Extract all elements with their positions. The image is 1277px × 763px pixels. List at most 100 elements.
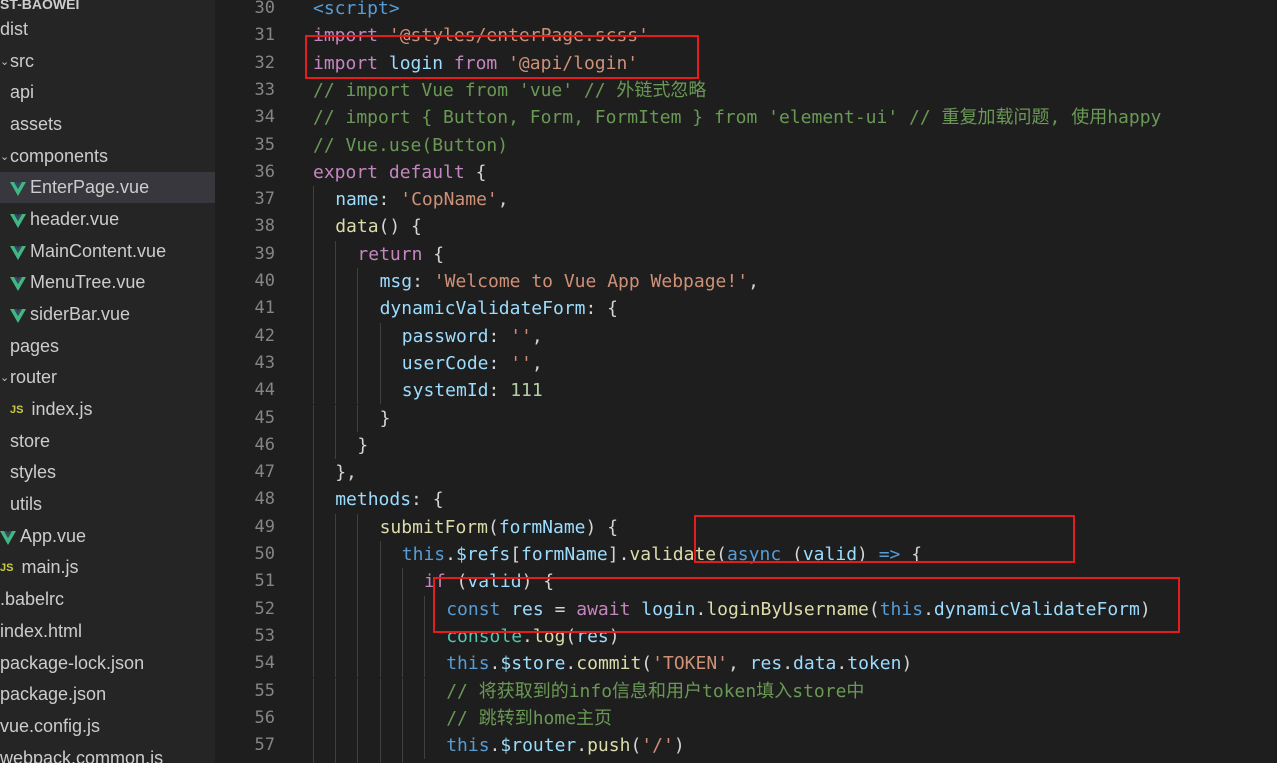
code-token: $router <box>500 735 577 757</box>
indent-guide <box>313 240 314 268</box>
explorer-item[interactable]: ⌄ router <box>0 362 215 393</box>
code-token: this <box>446 653 490 675</box>
explorer-item[interactable]: dist <box>0 14 215 45</box>
chevron-down-icon: ⌄ <box>0 56 10 68</box>
indent-guide <box>424 650 425 678</box>
line-number: 58 <box>215 759 275 763</box>
code-token: // 跳转到home主页 <box>446 707 613 729</box>
explorer-item[interactable]: styles <box>0 457 215 488</box>
code-line[interactable]: } else { <box>424 759 511 763</box>
code-token: : <box>488 325 511 347</box>
indent-guide <box>357 322 359 350</box>
code-line[interactable]: password: '', <box>402 323 543 350</box>
explorer-item[interactable]: App.vue <box>0 521 215 552</box>
code-line[interactable]: }, <box>335 459 357 486</box>
explorer-item-label: siderBar.vue <box>30 304 131 324</box>
explorer-item[interactable]: ⌄ src <box>0 46 215 77</box>
code-line[interactable]: // 将获取到的info信息和用户token填入store中 <box>446 678 864 705</box>
explorer-item[interactable]: pages <box>0 331 215 362</box>
code-line[interactable]: name: 'CopName', <box>335 186 508 213</box>
explorer-item[interactable]: index.html <box>0 616 215 647</box>
indent-guide <box>313 431 314 460</box>
code-token: . <box>782 653 794 675</box>
code-token: ) <box>901 653 913 675</box>
explorer-item[interactable]: siderBar.vue <box>0 299 215 330</box>
explorer-item[interactable]: JS main.js <box>0 552 215 583</box>
code-line[interactable]: } <box>357 432 368 459</box>
indent-guide <box>357 595 359 623</box>
code-token: commit <box>576 653 642 675</box>
vue-file-icon <box>10 212 26 228</box>
indent-guide <box>357 513 359 541</box>
code-token: : { <box>585 298 619 320</box>
indent-guide <box>313 732 314 760</box>
explorer-item[interactable]: api <box>0 77 215 108</box>
explorer-item[interactable]: JS index.js <box>0 394 215 425</box>
explorer-item[interactable]: package.json <box>0 679 215 710</box>
code-line[interactable]: this.$store.commit('TOKEN', res.data.tok… <box>446 650 912 677</box>
explorer-item[interactable]: vue.config.js <box>0 711 215 742</box>
explorer-item[interactable]: ⌄ components <box>0 141 215 172</box>
code-token: $refs <box>456 544 511 565</box>
code-token: msg <box>379 271 413 292</box>
code-line[interactable]: userCode: '', <box>402 350 543 377</box>
code-area[interactable]: <script> import '@styles/enterPage.scss' i… <box>313 0 1277 763</box>
code-token: , <box>531 325 543 347</box>
line-number: 54 <box>254 653 275 674</box>
code-line[interactable]: // import Vue from 'vue' // 外链式忽略 <box>313 77 706 104</box>
code-editor[interactable]: 30 31 32 33 34 35 36 37 38 39 40 41 42 43 44 45 46 47 48 49… <box>215 0 1277 763</box>
line-number-gutter: 30 31 32 33 34 35 36 37 38 39 40 41 42 43 44 45 46 47 48 49… <box>215 0 277 763</box>
js-file-icon: JS <box>10 403 24 416</box>
code-token: push <box>587 735 631 757</box>
explorer-item-label: vue.config.js <box>0 716 101 736</box>
code-line[interactable]: // import { Button, Form, FormItem } fro… <box>313 104 1161 131</box>
explorer-item-label: main.js <box>21 557 79 577</box>
explorer-item-label: src <box>10 51 34 71</box>
indent-guide <box>357 349 359 378</box>
vue-file-icon <box>10 275 26 291</box>
indent-guide <box>424 732 425 760</box>
code-line[interactable]: dynamicValidateForm: { <box>380 295 618 322</box>
code-line[interactable]: msg: 'Welcome to Vue App Webpage!', <box>380 268 759 295</box>
explorer-item[interactable]: assets <box>0 109 215 140</box>
indent-guide <box>357 622 359 651</box>
explorer-item[interactable]: MenuTree.vue <box>0 267 215 298</box>
indent-guide <box>335 295 337 323</box>
code-line[interactable]: // 跳转到home主页 <box>446 705 612 732</box>
code-line[interactable]: this.$router.push('/') <box>446 732 684 759</box>
line-number: 35 <box>254 134 275 155</box>
explorer-item[interactable]: header.vue <box>0 204 215 235</box>
indent-guide <box>357 759 359 763</box>
code-token: , <box>728 653 750 675</box>
code-line[interactable]: } <box>380 405 391 432</box>
code-line[interactable]: submitForm(formName) { <box>380 514 618 541</box>
indent-guide <box>313 295 314 323</box>
explorer-item[interactable]: package-lock.json <box>0 648 215 679</box>
code-line[interactable]: return { <box>357 241 444 268</box>
code-line[interactable]: export default { <box>313 159 486 186</box>
indent-guide <box>335 431 337 460</box>
explorer-item[interactable]: webpack.common.js <box>0 743 215 763</box>
explorer-item[interactable]: .babelrc <box>0 584 215 615</box>
line-number: 57 <box>254 735 275 756</box>
indent-guide <box>401 595 403 623</box>
indent-guide <box>313 377 314 405</box>
explorer-item[interactable]: store <box>0 426 215 457</box>
indent-guide <box>313 459 314 487</box>
code-line[interactable]: <script> <box>313 0 400 22</box>
code-line[interactable]: data() { <box>335 213 422 240</box>
explorer-item[interactable]: MainContent.vue <box>0 236 215 267</box>
code-token: } <box>357 434 369 456</box>
code-token: userCode <box>401 352 489 374</box>
explorer-item[interactable]: utils <box>0 489 215 520</box>
code-line[interactable]: systemId: 111 <box>402 377 543 404</box>
indent-guide <box>313 268 314 296</box>
code-line[interactable]: methods: { <box>335 486 443 513</box>
indent-guide <box>313 704 314 733</box>
explorer-item[interactable]: EnterPage.vue <box>0 172 215 203</box>
code-line[interactable]: // Vue.use(Button) <box>313 132 508 159</box>
explorer-item-label: webpack.common.js <box>0 748 164 763</box>
explorer-item-label: .babelrc <box>0 589 65 609</box>
indent-guide <box>357 377 359 405</box>
code-token: submitForm <box>379 516 488 538</box>
